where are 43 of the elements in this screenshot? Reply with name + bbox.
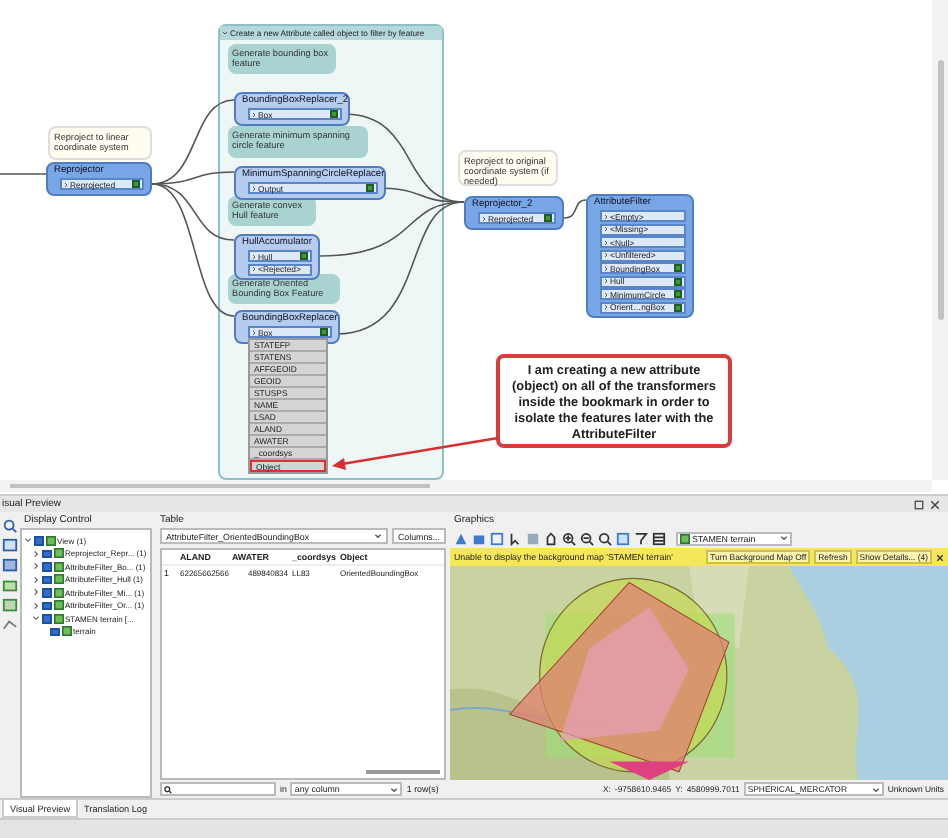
checkbox[interactable] — [50, 627, 59, 636]
search-icon[interactable] — [598, 531, 612, 545]
feature-cache-icon — [132, 180, 140, 188]
chevron-down-icon — [780, 534, 788, 542]
vertical-scrollbar[interactable] — [932, 0, 948, 480]
feature-cache-icon — [366, 184, 374, 192]
checkbox[interactable] — [34, 536, 43, 545]
grid-icon[interactable] — [2, 558, 18, 574]
checkbox[interactable] — [42, 575, 51, 584]
chevron-down-icon — [871, 785, 880, 793]
chevron-down-icon — [374, 532, 383, 540]
table-icon[interactable] — [652, 531, 666, 545]
layer-icon[interactable] — [2, 578, 18, 594]
horizontal-scrollbar[interactable] — [0, 480, 932, 492]
feature-cache-icon — [320, 328, 328, 336]
frame-icon[interactable] — [490, 531, 504, 545]
zoom-out-icon[interactable] — [580, 531, 594, 545]
map-icon — [680, 533, 690, 543]
checkbox[interactable] — [42, 588, 51, 597]
extent-icon[interactable] — [616, 531, 630, 545]
search-field[interactable] — [160, 782, 276, 796]
checkbox[interactable] — [42, 562, 51, 571]
table-icon[interactable] — [2, 538, 18, 554]
float-icon[interactable] — [914, 499, 924, 509]
feature-cache-icon — [330, 110, 338, 118]
search-icon[interactable] — [2, 518, 18, 534]
scroll-thumb[interactable] — [937, 60, 943, 320]
checkbox[interactable] — [42, 549, 51, 558]
close-icon[interactable] — [930, 499, 940, 509]
scroll-thumb[interactable] — [10, 484, 430, 488]
chevron-down-icon — [390, 785, 399, 793]
zoom-in-icon[interactable] — [562, 531, 576, 545]
checkbox[interactable] — [42, 614, 51, 623]
connection-line — [0, 173, 47, 175]
search-icon — [164, 785, 172, 793]
connection-line — [563, 199, 587, 219]
feature-cache-icon — [300, 252, 308, 260]
map-icon[interactable] — [2, 598, 18, 614]
feature-cache-icon — [544, 214, 552, 222]
checkbox[interactable] — [42, 601, 51, 610]
close-icon[interactable] — [936, 553, 944, 561]
scroll-thumb[interactable] — [366, 769, 440, 773]
layer-icon[interactable] — [472, 531, 486, 545]
